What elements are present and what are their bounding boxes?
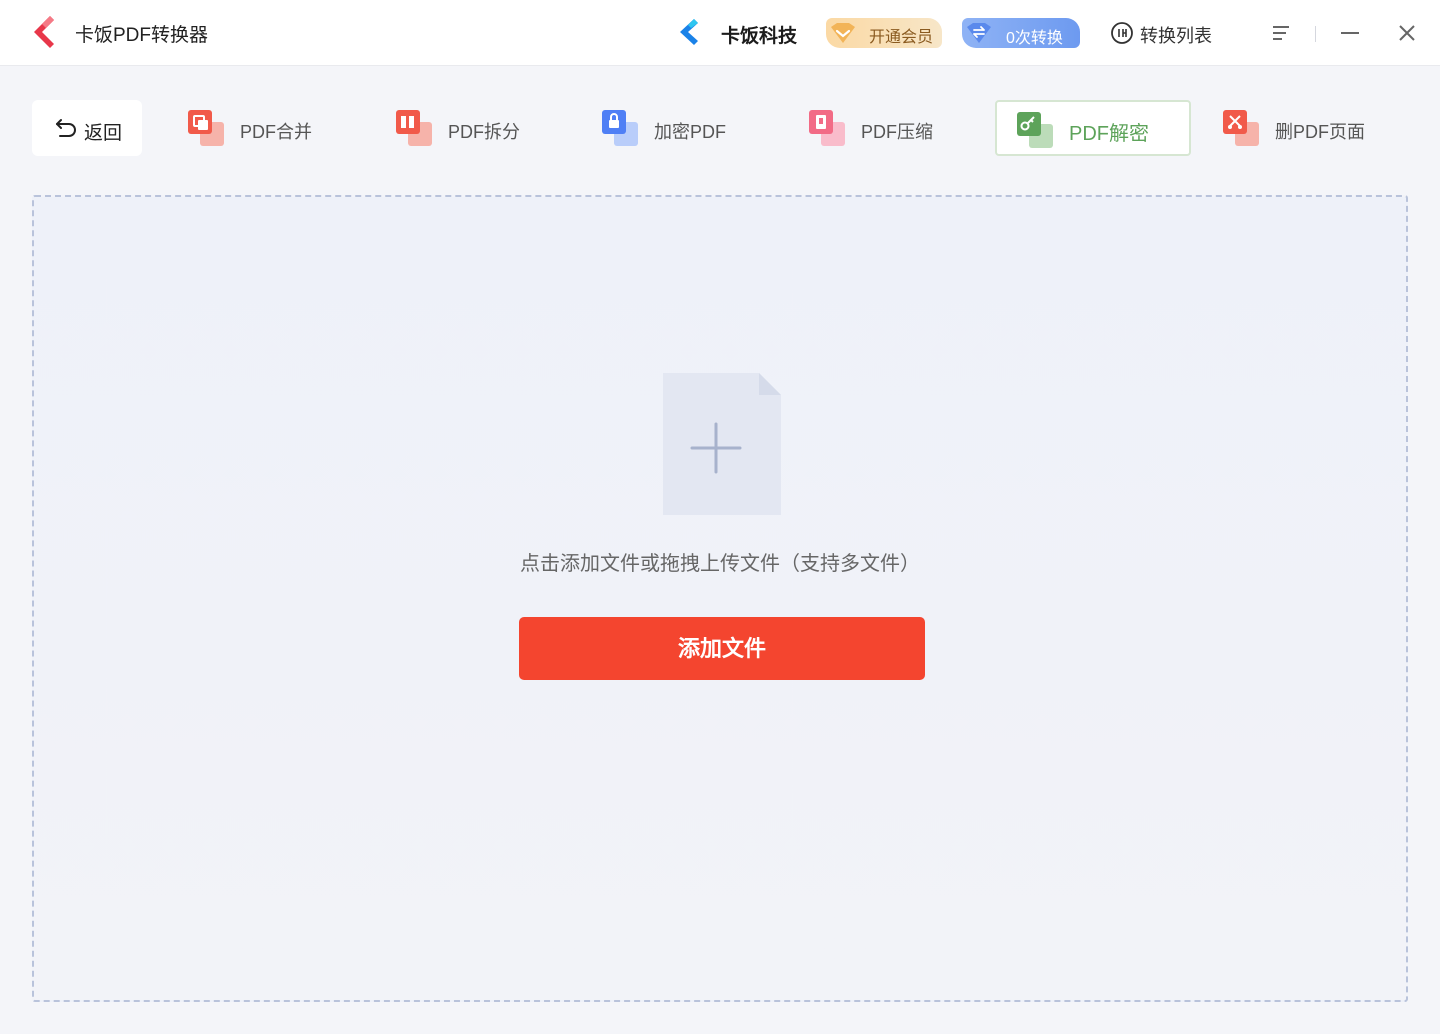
- conversion-list-label: 转换列表: [1140, 26, 1212, 46]
- vip-label: 开通会员: [869, 29, 934, 46]
- exchange-gem-icon: [967, 23, 991, 43]
- menu-icon[interactable]: [1270, 22, 1292, 44]
- back-arrow-icon: [56, 119, 76, 137]
- tool-label: PDF合并: [240, 122, 312, 142]
- window-controls-divider: [1315, 26, 1316, 42]
- tool-label: PDF解密: [1069, 123, 1149, 145]
- back-button[interactable]: 返回: [32, 100, 142, 156]
- app-logo-icon: [34, 16, 54, 48]
- brand-name: 卡饭科技: [721, 26, 798, 47]
- pdf-delete-page-icon: [1223, 110, 1259, 146]
- pdf-decrypt-icon: [1017, 112, 1053, 148]
- tool-pdf-merge[interactable]: PDF合并: [186, 100, 356, 156]
- pdf-split-icon: [396, 110, 432, 146]
- tool-pdf-split[interactable]: PDF拆分: [394, 100, 564, 156]
- tool-pdf-delete-page[interactable]: 删PDF页面: [1221, 100, 1391, 156]
- tool-label: PDF拆分: [448, 122, 520, 142]
- pdf-merge-icon: [188, 110, 224, 146]
- app-title: 卡饭PDF转换器: [75, 25, 209, 46]
- brand-logo-icon: [680, 19, 698, 45]
- tool-label: PDF压缩: [861, 122, 933, 142]
- upload-hint: 点击添加文件或拖拽上传文件（支持多文件）: [520, 553, 920, 575]
- tool-label: 删PDF页面: [1275, 122, 1365, 142]
- tool-pdf-encrypt[interactable]: 加密PDF: [600, 100, 770, 156]
- close-icon[interactable]: [1395, 21, 1419, 45]
- add-file-icon: [663, 373, 781, 515]
- vip-upgrade-button[interactable]: 开通会员: [826, 18, 942, 48]
- title-bar: 卡饭PDF转换器 卡饭科技 开通会员 0次转换 转换列表: [0, 0, 1440, 66]
- conversion-count-label: 0次转换: [1006, 30, 1063, 47]
- conversion-count-badge[interactable]: 0次转换: [962, 18, 1080, 48]
- pdf-compress-icon: [809, 110, 845, 146]
- minimize-icon[interactable]: [1338, 22, 1362, 44]
- tool-pdf-decrypt[interactable]: PDF解密: [995, 100, 1191, 156]
- pdf-encrypt-icon: [602, 110, 638, 146]
- tool-label: 加密PDF: [654, 122, 726, 142]
- add-file-button[interactable]: 添加文件: [519, 617, 925, 680]
- file-drop-zone[interactable]: 点击添加文件或拖拽上传文件（支持多文件） 添加文件: [32, 195, 1408, 1002]
- vip-crown-icon: [831, 23, 855, 43]
- list-clock-icon: [1111, 22, 1133, 44]
- tool-pdf-compress[interactable]: PDF压缩: [807, 100, 977, 156]
- back-label: 返回: [84, 123, 123, 144]
